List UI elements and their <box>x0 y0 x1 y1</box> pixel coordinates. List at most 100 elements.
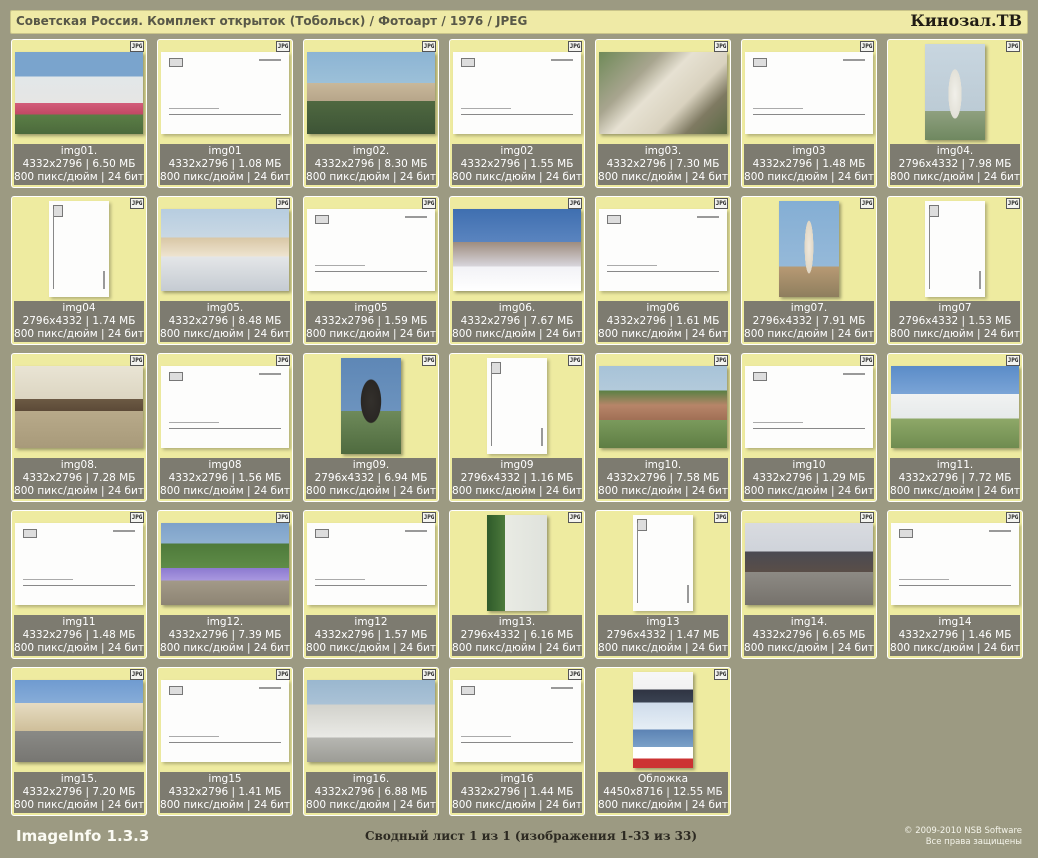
thumbnail-tile[interactable]: JPG img11 4332x2796 | 1.48 МБ 800 пикс/дюйм… <box>11 510 147 659</box>
thumbnail-tile[interactable]: JPG img15. 4332x2796 | 7.20 МБ 800 пикс/дюй… <box>11 667 147 816</box>
postcard-back-thumbnail[interactable] <box>453 680 581 762</box>
postcard-photo-thumbnail[interactable] <box>599 52 727 134</box>
postcard-back-mark <box>169 108 219 109</box>
thumbnail-tile[interactable]: JPG img13 2796x4332 | 1.47 МБ 800 пикс/дюйм… <box>595 510 731 659</box>
thumbnail-tile[interactable]: JPG img04. 2796x4332 | 7.98 МБ 800 пикс/дюй… <box>887 39 1023 188</box>
thumbnail-tile[interactable]: JPG img12. 4332x2796 | 7.39 МБ 800 пикс/дюй… <box>157 510 293 659</box>
postcard-back-mark <box>697 216 719 218</box>
postcard-back-thumbnail[interactable] <box>49 201 109 297</box>
thumbnail-tile[interactable]: JPG img11. 4332x2796 | 7.72 МБ 800 пикс/дюй… <box>887 353 1023 502</box>
postcard-photo-thumbnail[interactable] <box>15 680 143 762</box>
postcard-photo-thumbnail[interactable] <box>161 209 289 291</box>
postcard-back-thumbnail[interactable] <box>487 358 547 454</box>
postcard-photo-thumbnail[interactable] <box>453 209 581 291</box>
jpg-file-icon: JPG <box>714 198 728 209</box>
postcard-back-thumbnail[interactable] <box>307 209 435 291</box>
postcard-back-thumbnail[interactable] <box>161 52 289 134</box>
file-name: img05 <box>354 302 388 314</box>
postcard-back-thumbnail[interactable] <box>307 523 435 605</box>
thumbnail-tile[interactable]: JPG img09. 2796x4332 | 6.94 МБ 800 пикс/дюй… <box>303 353 439 502</box>
file-resolution: 800 пикс/дюйм | 24 бит <box>160 799 290 811</box>
postcard-back-thumbnail[interactable] <box>891 523 1019 605</box>
thumbnail-tile[interactable]: JPG img07 2796x4332 | 1.53 МБ 800 пикс/дюйм… <box>887 196 1023 345</box>
jpg-file-icon: JPG <box>568 198 582 209</box>
postcard-photo-thumbnail[interactable] <box>15 52 143 134</box>
thumbnail-tile[interactable]: JPG img10. 4332x2796 | 7.58 МБ 800 пикс/дюй… <box>595 353 731 502</box>
file-name: img11 <box>62 616 96 628</box>
thumbnail-tile[interactable]: JPG img16. 4332x2796 | 6.88 МБ 800 пикс/дюй… <box>303 667 439 816</box>
file-dimensions: 2796x4332 | 7.91 МБ <box>752 315 866 327</box>
thumbnail-tile[interactable]: JPG Обложка 4450x8716 | 12.55 МБ 800 пикс/д… <box>595 667 731 816</box>
file-resolution: 800 пикс/дюйм | 24 бит <box>14 328 144 340</box>
postcard-back-mark <box>315 215 329 224</box>
file-resolution: 800 пикс/дюйм | 24 бит <box>890 485 1020 497</box>
thumbnail-tile[interactable]: JPG img08. 4332x2796 | 7.28 МБ 800 пикс/дюй… <box>11 353 147 502</box>
thumbnail-tile[interactable]: JPG img06. 4332x2796 | 7.67 МБ 800 пикс/дюй… <box>449 196 585 345</box>
postcard-back-thumbnail[interactable] <box>453 52 581 134</box>
thumbnail-tile[interactable]: JPG img14. 4332x2796 | 6.65 МБ 800 пикс/дюй… <box>741 510 877 659</box>
thumbnail-tile[interactable]: JPG img01 4332x2796 | 1.08 МБ 800 пикс/дюйм… <box>157 39 293 188</box>
postcard-photo-thumbnail[interactable] <box>779 201 839 297</box>
postcard-photo-thumbnail[interactable] <box>341 358 401 454</box>
file-dimensions: 2796x4332 | 1.16 МБ <box>460 472 574 484</box>
thumbnail-tile[interactable]: JPG img15 4332x2796 | 1.41 МБ 800 пикс/дюйм… <box>157 667 293 816</box>
jpg-file-icon: JPG <box>422 512 436 523</box>
postcard-photo-thumbnail[interactable] <box>15 366 143 448</box>
postcard-photo-thumbnail[interactable] <box>633 672 693 768</box>
file-resolution: 800 пикс/дюйм | 24 бит <box>452 485 582 497</box>
thumbnail-tile[interactable]: JPG img02 4332x2796 | 1.55 МБ 800 пикс/дюйм… <box>449 39 585 188</box>
postcard-photo-thumbnail[interactable] <box>925 44 985 140</box>
thumbnail-tile[interactable]: JPG img03. 4332x2796 | 7.30 МБ 800 пикс/дюй… <box>595 39 731 188</box>
thumbnail-tile[interactable]: JPG img10 4332x2796 | 1.29 МБ 800 пикс/дюйм… <box>741 353 877 502</box>
thumbnail-tile[interactable]: JPG img02. 4332x2796 | 8.30 МБ 800 пикс/дюй… <box>303 39 439 188</box>
thumbnail-tile[interactable]: JPG img12 4332x2796 | 1.57 МБ 800 пикс/дюйм… <box>303 510 439 659</box>
file-resolution: 800 пикс/дюйм | 24 бит <box>744 642 874 654</box>
postcard-back-thumbnail[interactable] <box>161 680 289 762</box>
postcard-back-thumbnail[interactable] <box>925 201 985 297</box>
jpg-file-icon: JPG <box>276 669 290 680</box>
thumbnail-tile[interactable]: JPG img05 4332x2796 | 1.59 МБ 800 пикс/дюйм… <box>303 196 439 345</box>
thumbnail-tile[interactable]: JPG img16 4332x2796 | 1.44 МБ 800 пикс/дюйм… <box>449 667 585 816</box>
postcard-photo-thumbnail[interactable] <box>891 366 1019 448</box>
postcard-photo-thumbnail[interactable] <box>307 52 435 134</box>
postcard-back-mark <box>53 205 63 217</box>
postcard-back-thumbnail[interactable] <box>161 366 289 448</box>
thumbnail-caption: img08 4332x2796 | 1.56 МБ 800 пикс/дюйм | … <box>160 458 290 499</box>
thumbnail-tile[interactable]: JPG img03 4332x2796 | 1.48 МБ 800 пикс/дюйм… <box>741 39 877 188</box>
thumbnail-tile[interactable]: JPG img14 4332x2796 | 1.46 МБ 800 пикс/дюйм… <box>887 510 1023 659</box>
jpg-file-icon: JPG <box>568 512 582 523</box>
thumbnail-tile[interactable]: JPG img13. 2796x4332 | 6.16 МБ 800 пикс/дюй… <box>449 510 585 659</box>
postcard-back-thumbnail[interactable] <box>745 52 873 134</box>
postcard-back-thumbnail[interactable] <box>633 515 693 611</box>
postcard-back-mark <box>23 529 37 538</box>
thumbnail-caption: img04 2796x4332 | 1.74 МБ 800 пикс/дюйм | … <box>14 301 144 342</box>
postcard-back-thumbnail[interactable] <box>745 366 873 448</box>
file-name: img05. <box>206 302 244 314</box>
thumbnail-tile[interactable]: JPG img05. 4332x2796 | 8.48 МБ 800 пикс/дюй… <box>157 196 293 345</box>
file-resolution: 800 пикс/дюйм | 24 бит <box>598 799 728 811</box>
thumbnail-tile[interactable]: JPG img01. 4332x2796 | 6.50 МБ 800 пикс/дюй… <box>11 39 147 188</box>
file-dimensions: 4332x2796 | 1.56 МБ <box>168 472 282 484</box>
postcard-back-thumbnail[interactable] <box>15 523 143 605</box>
jpg-file-icon: JPG <box>860 512 874 523</box>
file-name: img04 <box>62 302 96 314</box>
thumbnail-caption: img02 4332x2796 | 1.55 МБ 800 пикс/дюйм | … <box>452 144 582 185</box>
jpg-file-icon: JPG <box>130 669 144 680</box>
postcard-back-mark <box>753 58 767 67</box>
thumbnail-tile[interactable]: JPG img09 2796x4332 | 1.16 МБ 800 пикс/дюйм… <box>449 353 585 502</box>
file-name: img09. <box>352 459 390 471</box>
thumbnail-tile[interactable]: JPG img04 2796x4332 | 1.74 МБ 800 пикс/дюйм… <box>11 196 147 345</box>
thumbnail-tile[interactable]: JPG img06 4332x2796 | 1.61 МБ 800 пикс/дюйм… <box>595 196 731 345</box>
file-name: img01. <box>60 145 98 157</box>
postcard-photo-thumbnail[interactable] <box>487 515 547 611</box>
jpg-file-icon: JPG <box>422 355 436 366</box>
thumbnail-tile[interactable]: JPG img08 4332x2796 | 1.56 МБ 800 пикс/дюйм… <box>157 353 293 502</box>
postcard-photo-thumbnail[interactable] <box>307 680 435 762</box>
postcard-photo-thumbnail[interactable] <box>161 523 289 605</box>
postcard-back-thumbnail[interactable] <box>599 209 727 291</box>
jpg-file-icon: JPG <box>422 41 436 52</box>
thumbnail-caption: img09. 2796x4332 | 6.94 МБ 800 пикс/дюйм |… <box>306 458 436 499</box>
thumbnail-tile[interactable]: JPG img07. 2796x4332 | 7.91 МБ 800 пикс/дюй… <box>741 196 877 345</box>
postcard-photo-thumbnail[interactable] <box>599 366 727 448</box>
postcard-photo-thumbnail[interactable] <box>745 523 873 605</box>
